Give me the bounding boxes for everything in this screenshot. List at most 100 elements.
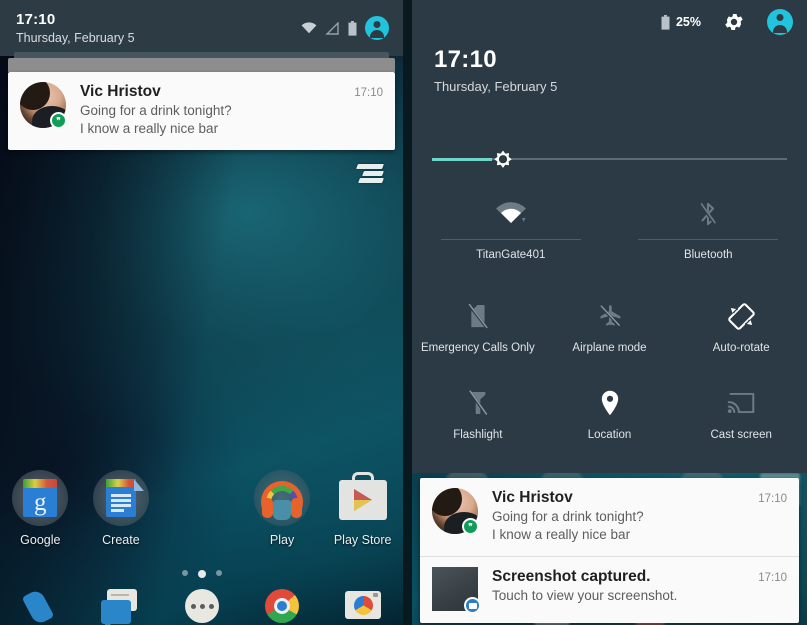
tile-label: Flashlight <box>453 429 503 441</box>
notification-body: Vic Hristov 17:10 Going for a drink toni… <box>492 488 787 544</box>
notification-card[interactable]: ❞ Vic Hristov 17:10 Going for a drink to… <box>8 72 395 150</box>
avatar: ❞ <box>432 488 479 535</box>
chrome-icon <box>260 589 304 625</box>
tile-label: Bluetooth <box>683 249 733 261</box>
notification-list: ❞ Vic Hristov 17:10 Going for a drink to… <box>420 478 799 623</box>
tile-label: Cast screen <box>710 429 772 441</box>
google-search-icon: g <box>12 470 69 526</box>
dock-phone[interactable] <box>0 583 81 625</box>
app-label: Create <box>102 533 140 547</box>
home-empty-slot <box>161 470 242 565</box>
dock-chrome[interactable] <box>242 583 323 625</box>
battery-percent-label: 25% <box>675 15 701 29</box>
avatar: ❞ <box>20 82 67 129</box>
brightness-sun-icon[interactable] <box>490 146 516 172</box>
left-status-bar: 17:10 Thursday, February 5 <box>0 0 403 56</box>
right-clock: 17:10 Thursday, February 5 <box>434 46 557 96</box>
tile-label: Emergency Calls Only <box>420 342 535 354</box>
page-dot <box>181 570 188 576</box>
tile-emergency-calls[interactable]: Emergency Calls Only <box>412 298 544 354</box>
signal-icon <box>325 21 340 35</box>
cast-screen-icon <box>727 385 756 421</box>
tile-underline <box>440 239 581 240</box>
flashlight-icon <box>467 385 489 421</box>
google-docs-create-icon <box>92 470 149 526</box>
notification-line-1: Going for a drink tonight? <box>80 103 232 118</box>
notification-body: Vic Hristov 17:10 Going for a drink toni… <box>80 82 383 138</box>
notification-body: Screenshot captured. 17:10 Touch to view… <box>492 567 787 611</box>
brightness-slider[interactable] <box>412 148 807 170</box>
app-drawer-icon <box>179 589 223 625</box>
battery-icon <box>348 20 357 36</box>
tile-airplane-mode[interactable]: Airplane mode <box>544 298 676 354</box>
tile-label: Airplane mode <box>572 342 647 354</box>
notification-title: Vic Hristov <box>492 489 573 506</box>
clear-all-notifications-icon[interactable] <box>355 163 384 183</box>
page-dot-active <box>197 570 206 578</box>
dock-messenger[interactable] <box>81 583 162 625</box>
notification-title: Screenshot captured. <box>492 568 651 585</box>
airplane-off-icon <box>597 298 623 334</box>
panel-divider <box>403 0 412 625</box>
tile-label: TitanGate401 <box>476 249 546 261</box>
page-dot <box>215 570 222 576</box>
clock-time: 17:10 <box>434 46 497 73</box>
user-avatar-icon[interactable] <box>767 9 793 35</box>
app-label: Play Store <box>333 533 392 547</box>
home-app-play[interactable]: Play <box>242 470 323 565</box>
dock-app-drawer[interactable] <box>161 583 242 625</box>
app-label: Google <box>20 533 61 547</box>
left-clock: 17:10 Thursday, February 5 <box>16 11 135 46</box>
notification-line-1: Going for a drink tonight? <box>492 509 644 524</box>
right-status-bar: 25% <box>412 0 807 44</box>
notification-title: Vic Hristov <box>80 83 161 100</box>
dock-camera[interactable] <box>322 583 403 625</box>
page-indicator-dots <box>0 570 403 578</box>
notification-line-2: I know a really nice bar <box>492 527 631 542</box>
settings-gear-icon[interactable] <box>723 11 745 33</box>
user-avatar-icon[interactable] <box>365 16 389 40</box>
notification-stack-peek <box>8 58 395 72</box>
no-sim-icon <box>466 298 489 334</box>
notification-time: 17:10 <box>758 493 787 505</box>
clock-date: Thursday, February 5 <box>434 79 558 94</box>
tile-auto-rotate[interactable]: Auto-rotate <box>675 298 807 354</box>
tile-bluetooth[interactable]: Bluetooth <box>610 195 807 261</box>
google-play-store-icon <box>335 470 391 526</box>
notification-card[interactable]: ❞ Vic Hristov 17:10 Going for a drink to… <box>420 478 799 556</box>
google-play-music-icon <box>254 470 311 526</box>
auto-rotate-icon <box>727 298 755 334</box>
clock-date: Thursday, February 5 <box>16 30 135 45</box>
tile-cast-screen[interactable]: Cast screen <box>675 385 807 441</box>
tile-label: Auto-rotate <box>712 342 770 354</box>
tile-wifi[interactable]: TitanGate401 <box>412 195 610 261</box>
notification-time: 17:10 <box>758 572 787 584</box>
tile-location[interactable]: Location <box>544 385 676 441</box>
clock-time: 17:10 <box>16 10 56 28</box>
home-app-google[interactable]: g Google <box>0 470 81 565</box>
screenshot-thumbnail <box>432 567 481 614</box>
tile-flashlight[interactable]: Flashlight <box>412 385 544 441</box>
notification-card[interactable]: Screenshot captured. 17:10 Touch to view… <box>420 556 799 623</box>
screenshot-badge <box>464 597 481 614</box>
home-app-create[interactable]: Create <box>81 470 162 565</box>
camera-icon <box>341 589 385 625</box>
phone-icon <box>18 588 62 625</box>
left-device-screen: g Google Create Play Play Store 17:10 Th… <box>0 0 403 625</box>
tile-underline <box>638 239 779 240</box>
wifi-icon <box>301 22 317 34</box>
home-dock <box>0 583 403 625</box>
notification-time: 17:10 <box>354 87 383 99</box>
hangouts-badge: ❞ <box>462 518 479 535</box>
hangouts-badge: ❞ <box>50 112 67 129</box>
home-app-play-store[interactable]: Play Store <box>322 470 403 565</box>
notification-line-2: I know a really nice bar <box>80 121 219 136</box>
quick-settings-row-2: Emergency Calls Only Airplane mode Auto-… <box>412 298 807 354</box>
right-device-screen: 25% 17:10 Thursday, February 5 TitanGate… <box>412 0 807 625</box>
wifi-icon <box>494 195 528 233</box>
app-label: Play <box>269 533 295 547</box>
location-pin-icon <box>600 385 620 421</box>
battery-status: 25% <box>661 14 701 30</box>
quick-settings-row-1: TitanGate401 Bluetooth <box>412 195 807 261</box>
bluetooth-off-icon <box>696 195 720 233</box>
